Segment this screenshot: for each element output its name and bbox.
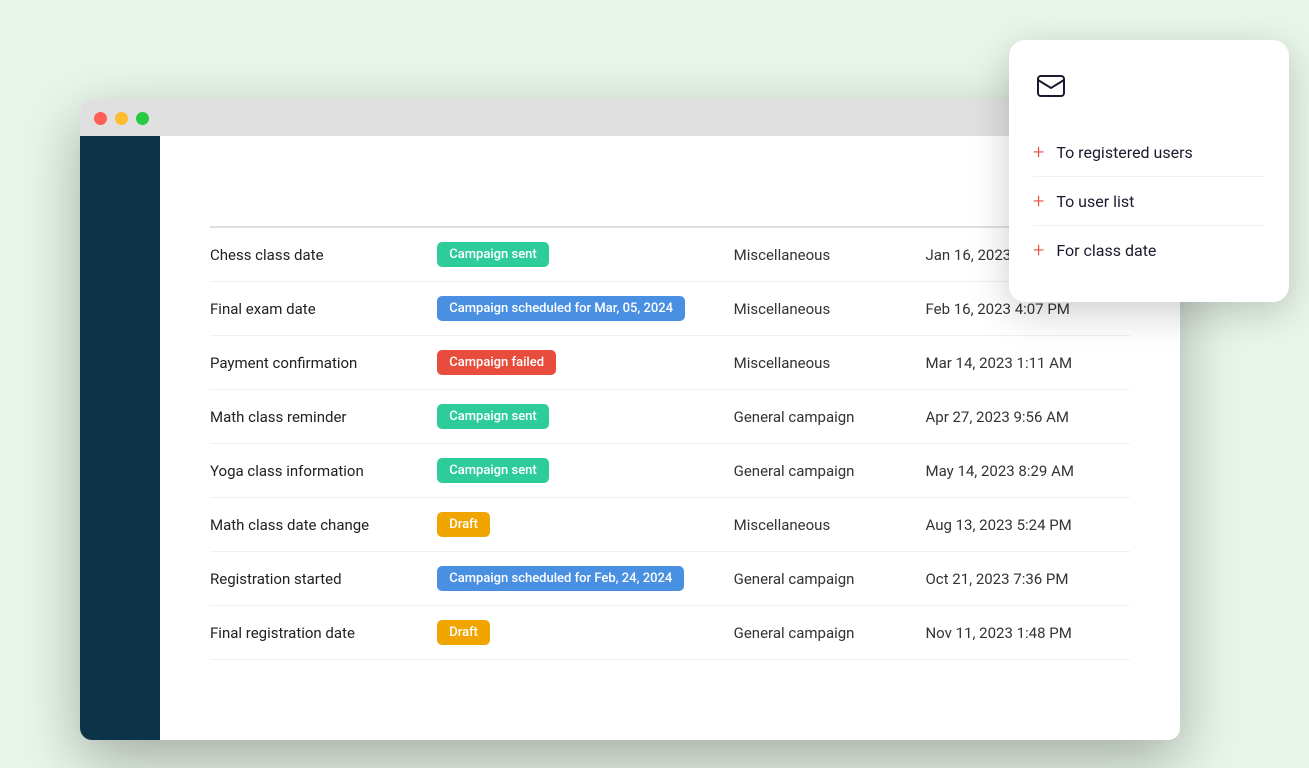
table-row[interactable]: Math class reminder Campaign sent Genera… (210, 390, 1130, 444)
status-badge: Draft (437, 512, 490, 537)
close-button[interactable] (94, 112, 107, 125)
campaign-status: Campaign sent (437, 390, 733, 444)
table-row[interactable]: Payment confirmation Campaign failed Mis… (210, 336, 1130, 390)
campaign-status: Campaign failed (437, 336, 733, 390)
col-header-type (734, 206, 926, 227)
dropdown-item-label: For class date (1056, 241, 1156, 260)
campaign-name: Registration started (210, 552, 437, 606)
status-badge: Campaign scheduled for Feb, 24, 2024 (437, 566, 684, 591)
campaign-status: Campaign sent (437, 444, 733, 498)
dropdown-items: + To registered users + To user list + F… (1033, 128, 1265, 274)
campaign-status: Campaign scheduled for Feb, 24, 2024 (437, 552, 733, 606)
status-badge: Campaign scheduled for Mar, 05, 2024 (437, 296, 685, 321)
campaign-type: General campaign (734, 606, 926, 660)
col-header-status (437, 206, 733, 227)
campaign-name: Final registration date (210, 606, 437, 660)
plus-icon: + (1033, 240, 1044, 260)
campaign-created: May 14, 2023 8:29 AM (925, 444, 1130, 498)
campaign-name: Math class reminder (210, 390, 437, 444)
campaign-name: Chess class date (210, 227, 437, 282)
dropdown-item-2[interactable]: + For class date (1033, 226, 1265, 274)
dropdown-item-label: To registered users (1056, 143, 1192, 162)
plus-icon: + (1033, 142, 1044, 162)
campaign-type: General campaign (734, 444, 926, 498)
campaign-status: Draft (437, 606, 733, 660)
table-row[interactable]: Registration started Campaign scheduled … (210, 552, 1130, 606)
campaign-name: Yoga class information (210, 444, 437, 498)
table-row[interactable]: Yoga class information Campaign sent Gen… (210, 444, 1130, 498)
plus-icon: + (1033, 191, 1044, 211)
dropdown-item-1[interactable]: + To user list (1033, 177, 1265, 226)
campaign-type: Miscellaneous (734, 282, 926, 336)
campaign-status: Draft (437, 498, 733, 552)
table-row[interactable]: Final registration date Draft General ca… (210, 606, 1130, 660)
campaigns-table: Chess class date Campaign sent Miscellan… (210, 206, 1130, 660)
campaign-created: Nov 11, 2023 1:48 PM (925, 606, 1130, 660)
table-row[interactable]: Math class date change Draft Miscellaneo… (210, 498, 1130, 552)
campaign-name: Final exam date (210, 282, 437, 336)
col-header-campaign (210, 206, 437, 227)
table-row[interactable]: Chess class date Campaign sent Miscellan… (210, 227, 1130, 282)
campaign-created: Apr 27, 2023 9:56 AM (925, 390, 1130, 444)
table-header-row (210, 206, 1130, 227)
status-badge: Campaign sent (437, 404, 549, 429)
campaign-status: Campaign scheduled for Mar, 05, 2024 (437, 282, 733, 336)
status-badge: Campaign sent (437, 458, 549, 483)
sidebar (80, 136, 160, 740)
dropdown-item-label: To user list (1056, 192, 1134, 211)
campaign-type: General campaign (734, 390, 926, 444)
campaign-type: Miscellaneous (734, 498, 926, 552)
campaign-created: Oct 21, 2023 7:36 PM (925, 552, 1130, 606)
dropdown-item-0[interactable]: + To registered users (1033, 128, 1265, 177)
status-badge: Draft (437, 620, 490, 645)
status-badge: Campaign sent (437, 242, 549, 267)
campaign-type: Miscellaneous (734, 336, 926, 390)
campaign-type: Miscellaneous (734, 227, 926, 282)
campaign-status: Campaign sent (437, 227, 733, 282)
email-icon (1033, 68, 1069, 104)
campaign-type: General campaign (734, 552, 926, 606)
maximize-button[interactable] (136, 112, 149, 125)
minimize-button[interactable] (115, 112, 128, 125)
dropdown-header (1033, 68, 1265, 104)
email-campaigns-dropdown: + To registered users + To user list + F… (1009, 40, 1289, 302)
status-badge: Campaign failed (437, 350, 556, 375)
table-row[interactable]: Final exam date Campaign scheduled for M… (210, 282, 1130, 336)
campaign-created: Aug 13, 2023 5:24 PM (925, 498, 1130, 552)
campaign-created: Mar 14, 2023 1:11 AM (925, 336, 1130, 390)
campaign-name: Payment confirmation (210, 336, 437, 390)
campaign-name: Math class date change (210, 498, 437, 552)
